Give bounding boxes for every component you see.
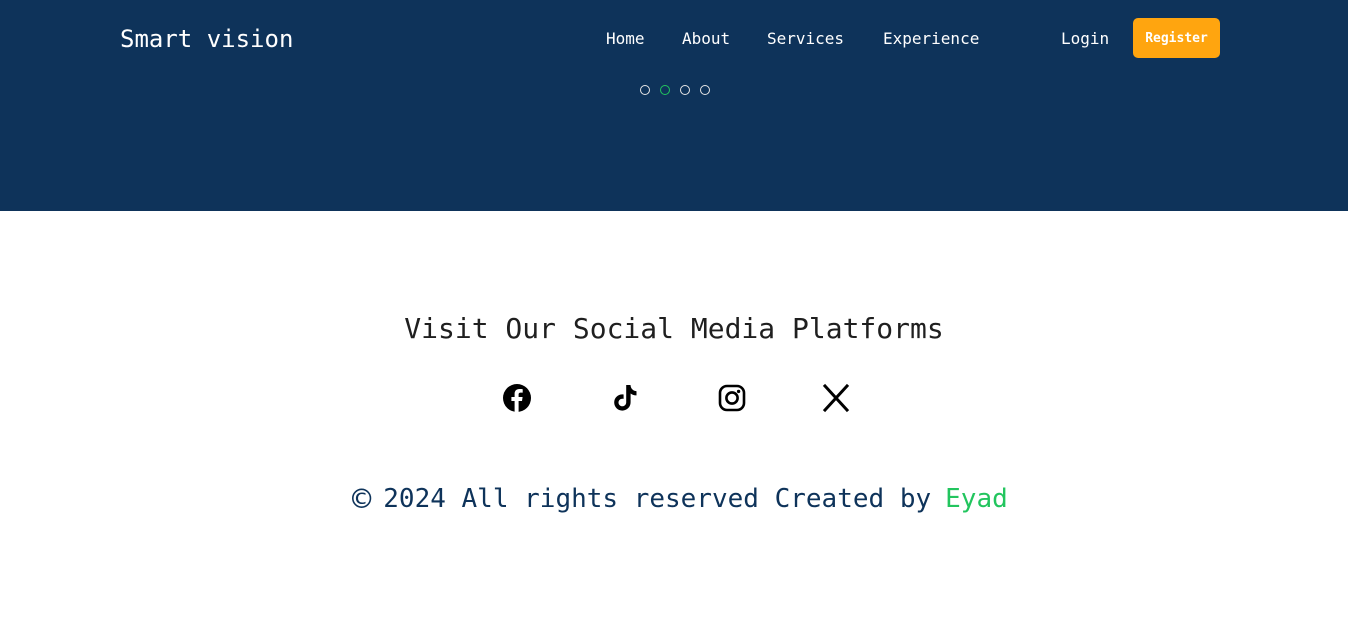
- copyright-text: 2024 All rights reserved Created by: [383, 484, 932, 514]
- hero-banner: Smart vision Home About Services Experie…: [0, 0, 1348, 211]
- register-button[interactable]: Register: [1133, 18, 1220, 58]
- social-section-title: Visit Our Social Media Platforms: [404, 312, 944, 345]
- author-name: Eyad: [945, 484, 1008, 514]
- nav-home-link[interactable]: Home: [606, 29, 645, 49]
- brand-logo[interactable]: Smart vision: [120, 24, 293, 54]
- carousel-dot-4[interactable]: [700, 85, 710, 95]
- carousel-dot-1[interactable]: [640, 85, 650, 95]
- carousel-dot-2-active[interactable]: [660, 85, 670, 95]
- instagram-icon[interactable]: [715, 381, 749, 415]
- nav-services-link[interactable]: Services: [767, 29, 844, 49]
- footer-copyright: © 2024 All rights reserved Created by Ey…: [352, 481, 1008, 517]
- nav-about-link[interactable]: About: [682, 29, 730, 49]
- x-icon[interactable]: [819, 381, 853, 415]
- facebook-icon[interactable]: [500, 381, 534, 415]
- copyright-icon: ©: [352, 480, 372, 518]
- login-link[interactable]: Login: [1061, 29, 1109, 49]
- tiktok-icon[interactable]: [608, 381, 642, 415]
- carousel-dot-3[interactable]: [680, 85, 690, 95]
- nav-experience-link[interactable]: Experience: [883, 29, 979, 49]
